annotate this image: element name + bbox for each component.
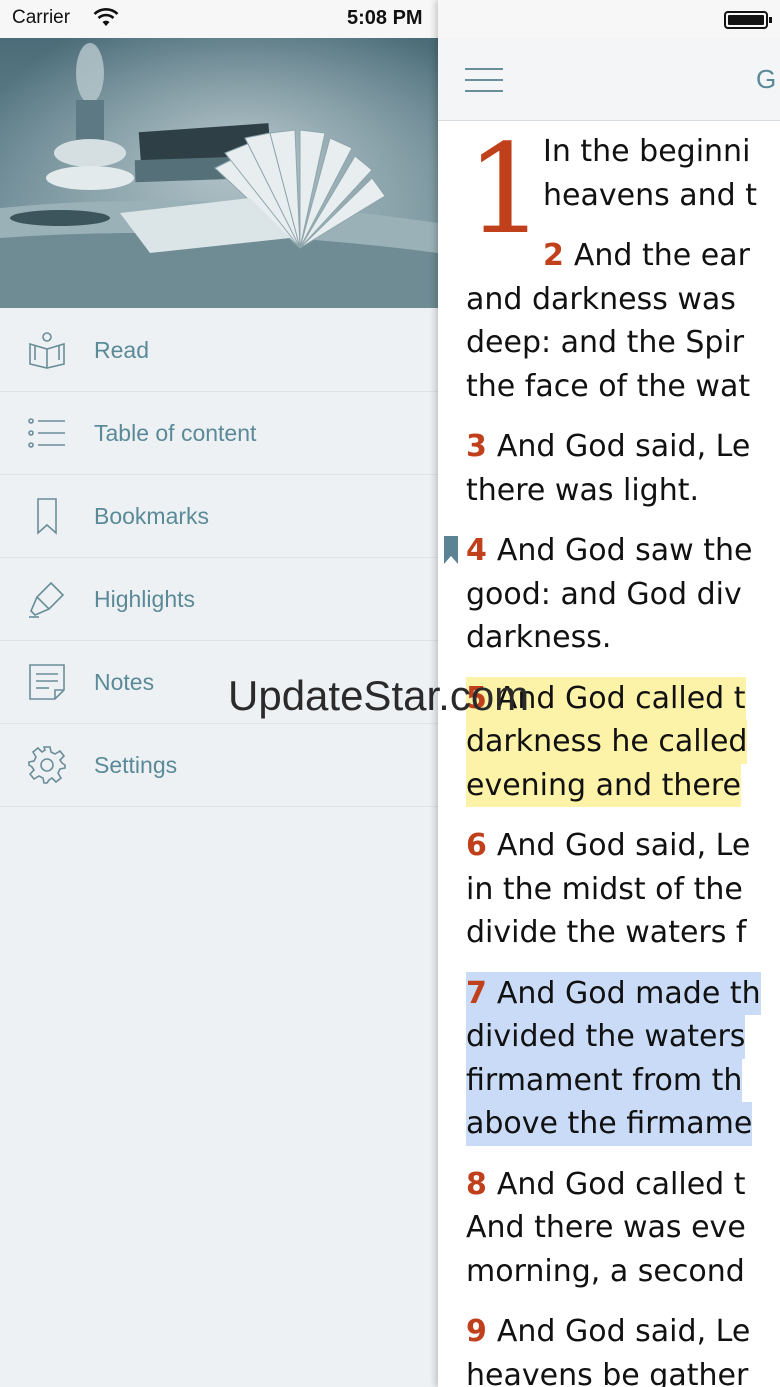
verse-line: and darkness was xyxy=(466,281,736,317)
menu-label-bookmarks: Bookmarks xyxy=(94,503,210,529)
verse-line: deep: and the Spir xyxy=(466,325,745,360)
menu-label-highlights: Highlights xyxy=(94,586,195,612)
wifi-icon xyxy=(93,8,119,26)
gear-icon xyxy=(28,746,66,784)
verse-line: the face of the wat xyxy=(466,368,751,404)
verse-8[interactable]: 8 And God called t And there was eve morn… xyxy=(466,1163,780,1294)
drawer-menu: Read Table of content Bookmarks Highligh… xyxy=(0,309,438,807)
navigation-bar: G xyxy=(438,38,780,121)
clock: 5:08 PM xyxy=(347,7,423,29)
verse-line: heavens be gather xyxy=(466,1357,749,1387)
status-bar-right xyxy=(438,0,780,38)
status-bar: Carrier 5:08 PM xyxy=(0,0,438,38)
verse-line: And God said, Le xyxy=(496,828,751,863)
list-icon xyxy=(28,418,65,448)
verse-line: And God called t xyxy=(496,680,746,716)
highlighter-icon xyxy=(29,581,65,618)
verse-number: 4 xyxy=(466,533,487,568)
verse-line: evening and there xyxy=(466,763,741,807)
menu-item-read[interactable]: Read xyxy=(0,309,438,392)
book-title: G xyxy=(756,64,777,94)
verse-6[interactable]: 6 And God said, Le in the midst of the di… xyxy=(466,824,780,955)
verse-line: divided the waters xyxy=(466,1015,746,1059)
book-reader-icon xyxy=(29,332,65,369)
verse-line: And God said, Le xyxy=(496,1314,751,1349)
verse-4[interactable]: 4 And God saw the good: and God div darkn… xyxy=(466,529,780,660)
battery-icon xyxy=(724,11,772,29)
verse-line: And the ear xyxy=(573,238,750,273)
verse-number: 6 xyxy=(466,828,487,863)
menu-item-highlights[interactable]: Highlights xyxy=(0,558,438,641)
bookmark-icon xyxy=(37,498,57,535)
watermark: UpdateStar.com xyxy=(228,672,530,719)
chapter-number: 1 xyxy=(466,118,545,262)
verse-2[interactable]: 2 And the ear and darkness was deep: and … xyxy=(466,234,780,408)
hero-image xyxy=(0,38,438,308)
verse-line: And God saw the xyxy=(496,533,753,568)
verse-number: 3 xyxy=(466,429,487,464)
note-icon xyxy=(29,664,65,700)
verse-line: And there was eve xyxy=(466,1210,746,1245)
hamburger-menu-icon[interactable] xyxy=(465,67,503,93)
carrier-label: Carrier xyxy=(12,7,71,28)
verse-9[interactable]: 9 And God said, Le heavens be gather xyxy=(466,1310,780,1387)
menu-label-table-of-content: Table of content xyxy=(94,420,257,446)
verse-line: And God called t xyxy=(496,1166,746,1202)
verse-number: 9 xyxy=(466,1314,487,1349)
verse-line: divide the waters f xyxy=(466,915,747,950)
verse-line: And God said, Le xyxy=(496,429,751,464)
menu-item-bookmarks[interactable]: Bookmarks xyxy=(0,475,438,558)
menu-item-settings[interactable]: Settings xyxy=(0,724,438,807)
verse-line: morning, a second xyxy=(466,1253,745,1289)
verse-number: 8 xyxy=(466,1166,487,1202)
verse-1[interactable]: 1 In the beginni heavens and t xyxy=(466,128,780,252)
verse-line: there was light. xyxy=(466,472,700,508)
verse-line: in the midst of the xyxy=(466,871,743,907)
verse-bookmark-icon[interactable] xyxy=(444,536,458,564)
menu-item-table-of-content[interactable]: Table of content xyxy=(0,392,438,475)
verse-line: good: and God div xyxy=(466,576,742,612)
verse-number: 7 xyxy=(466,975,487,1011)
menu-label-settings: Settings xyxy=(94,752,178,778)
verse-line: above the firmame xyxy=(466,1102,753,1146)
verse-line: firmament from th xyxy=(466,1058,743,1102)
chapter-text: 1 In the beginni heavens and t 2 And the … xyxy=(466,128,780,1387)
verse-line: And God made th xyxy=(496,975,761,1011)
verse-number: 2 xyxy=(543,238,564,273)
verse-line: darkness he called xyxy=(466,720,748,764)
verse-7-highlighted[interactable]: 7 And God made th divided the waters firm… xyxy=(466,971,780,1146)
verse-3[interactable]: 3 And God said, Le there was light. xyxy=(466,425,780,512)
verse-line: darkness. xyxy=(466,620,612,655)
menu-label-read: Read xyxy=(94,337,149,363)
menu-label-notes: Notes xyxy=(94,669,155,695)
